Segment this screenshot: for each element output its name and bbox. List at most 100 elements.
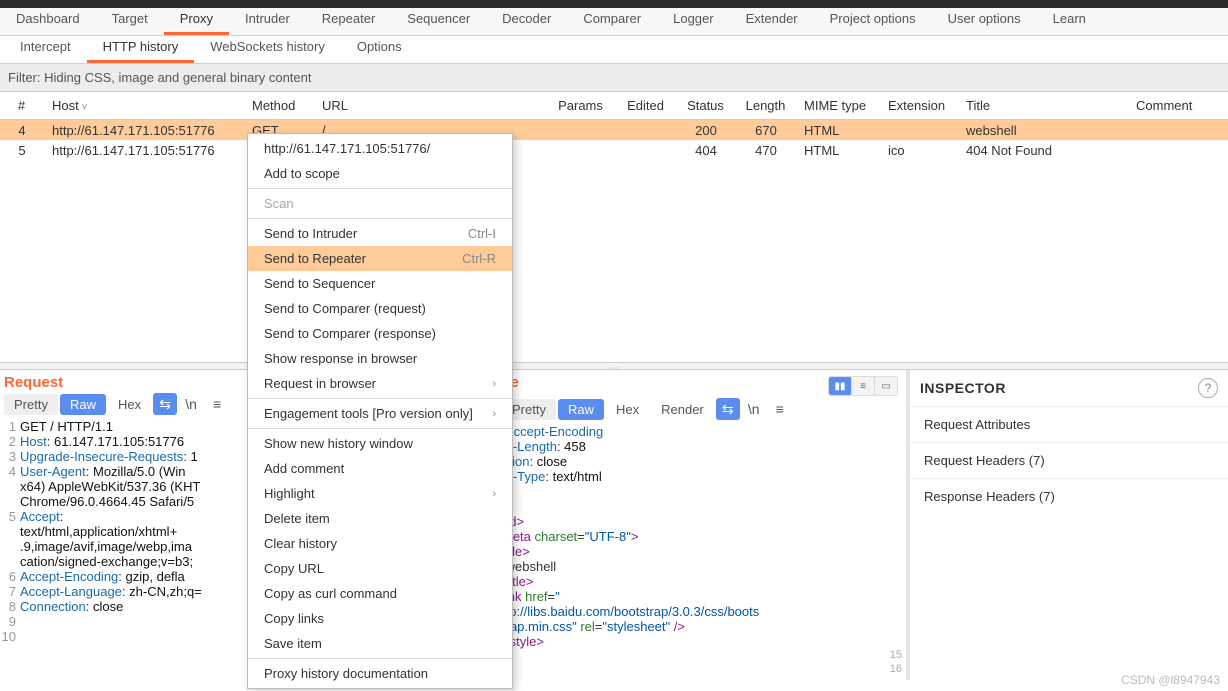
cell: 200: [676, 121, 736, 140]
table-row[interactable]: 5http://61.147.171.105:51776404470HTMLic…: [0, 140, 1228, 160]
inspector-panel: INSPECTOR ? Request AttributesRequest He…: [908, 370, 1228, 680]
view-tab-render[interactable]: Render: [651, 399, 714, 420]
main-tab-proxy[interactable]: Proxy: [164, 5, 229, 35]
ctx-highlight[interactable]: Highlight›: [248, 481, 512, 506]
column-header-mime-type[interactable]: MIME type: [796, 92, 880, 119]
panel-layout-toggle[interactable]: ▮▮ ≡ ▭: [828, 376, 898, 396]
response-content[interactable]: Accept-Encodingnt-Length: 458ction: clos…: [498, 422, 906, 680]
main-tab-extender[interactable]: Extender: [730, 5, 814, 35]
main-tab-target[interactable]: Target: [96, 5, 164, 35]
ctx-add-to-scope[interactable]: Add to scope: [248, 161, 512, 186]
column-header-extension[interactable]: Extension: [880, 92, 958, 119]
table-row[interactable]: 4http://61.147.171.105:51776GET/200670HT…: [0, 120, 1228, 140]
http-history-table: #HostMethodURLParamsEditedStatusLengthMI…: [0, 92, 1228, 362]
column-header-comment[interactable]: Comment: [1128, 92, 1228, 119]
ctx-request-in-browser[interactable]: Request in browser›: [248, 371, 512, 396]
proxy-sub-tab-bar: InterceptHTTP historyWebSockets historyO…: [0, 36, 1228, 64]
view-tab-hex[interactable]: Hex: [606, 399, 649, 420]
filter-bar[interactable]: Filter: Hiding CSS, image and general bi…: [0, 64, 1228, 92]
view-tab-raw[interactable]: Raw: [60, 394, 106, 415]
sub-tab-websockets-history[interactable]: WebSockets history: [194, 33, 341, 63]
ctx-send-to-repeater[interactable]: Send to RepeaterCtrl-R: [248, 246, 512, 271]
ctx-delete-item[interactable]: Delete item: [248, 506, 512, 531]
lower-pane: Request PrettyRawHex⇆\n≡ 12345678910 GET…: [0, 370, 1228, 680]
ctx-copy-links[interactable]: Copy links: [248, 606, 512, 631]
view-tab-hex[interactable]: Hex: [108, 394, 151, 415]
ctx-save-item[interactable]: Save item: [248, 631, 512, 656]
cell: ico: [880, 141, 958, 160]
cell: [880, 128, 958, 132]
view-tab-raw[interactable]: Raw: [558, 399, 604, 420]
column-header-edited[interactable]: Edited: [616, 92, 676, 119]
response-end-gutter: 1516: [872, 648, 902, 676]
cell: 670: [736, 121, 796, 140]
main-tab-user-options[interactable]: User options: [932, 5, 1037, 35]
main-tab-learn[interactable]: Learn: [1037, 5, 1102, 35]
layout-single-icon[interactable]: ▭: [875, 377, 897, 395]
ctx-send-to-intruder[interactable]: Send to IntruderCtrl-I: [248, 221, 512, 246]
horizontal-splitter[interactable]: [0, 362, 1228, 370]
column-header-url[interactable]: URL: [314, 92, 546, 119]
context-menu[interactable]: http://61.147.171.105:51776/Add to scope…: [247, 133, 513, 689]
column-header-title[interactable]: Title: [958, 92, 1128, 119]
main-tab-logger[interactable]: Logger: [657, 5, 729, 35]
column-header-length[interactable]: Length: [736, 92, 796, 119]
filter-label: Filter: Hiding CSS, image and general bi…: [8, 70, 312, 85]
newline-icon[interactable]: \n: [742, 398, 766, 420]
inspector-row[interactable]: Response Headers (7): [910, 478, 1228, 514]
cell: [1128, 148, 1228, 152]
hamburger-icon[interactable]: ≡: [768, 398, 792, 420]
main-tab-intruder[interactable]: Intruder: [229, 5, 306, 35]
response-view-tabs: PrettyRawHexRender⇆\n≡: [498, 396, 906, 422]
column-header-host[interactable]: Host: [44, 92, 244, 119]
main-tab-repeater[interactable]: Repeater: [306, 5, 391, 35]
ctx-http-[interactable]: http://61.147.171.105:51776/: [248, 136, 512, 161]
inspector-row[interactable]: Request Attributes: [910, 406, 1228, 442]
inspector-title: INSPECTOR: [920, 380, 1006, 396]
main-tab-dashboard[interactable]: Dashboard: [0, 5, 96, 35]
cell: 4: [0, 121, 44, 140]
layout-rows-icon[interactable]: ≡: [852, 377, 874, 395]
newline-icon[interactable]: \n: [179, 393, 203, 415]
ctx-send-to-comparer-request-[interactable]: Send to Comparer (request): [248, 296, 512, 321]
ctx-clear-history[interactable]: Clear history: [248, 531, 512, 556]
ctx-proxy-history-documentation[interactable]: Proxy history documentation: [248, 661, 512, 686]
ctx-send-to-sequencer[interactable]: Send to Sequencer: [248, 271, 512, 296]
sub-tab-http-history[interactable]: HTTP history: [87, 33, 195, 63]
ctx-add-comment[interactable]: Add comment: [248, 456, 512, 481]
main-tab-decoder[interactable]: Decoder: [486, 5, 567, 35]
main-tab-comparer[interactable]: Comparer: [567, 5, 657, 35]
sub-tab-options[interactable]: Options: [341, 33, 418, 63]
ctx-send-to-comparer-response-[interactable]: Send to Comparer (response): [248, 321, 512, 346]
main-tab-project-options[interactable]: Project options: [814, 5, 932, 35]
help-icon[interactable]: ?: [1198, 378, 1218, 398]
ctx-show-response-in-browser[interactable]: Show response in browser: [248, 346, 512, 371]
inspector-row[interactable]: Request Headers (7): [910, 442, 1228, 478]
cell: 5: [0, 141, 44, 160]
ctx-copy-url[interactable]: Copy URL: [248, 556, 512, 581]
column-header--[interactable]: #: [0, 92, 44, 119]
ctx-copy-as-curl-command[interactable]: Copy as curl command: [248, 581, 512, 606]
cell: webshell: [958, 121, 1128, 140]
column-header-method[interactable]: Method: [244, 92, 314, 119]
column-header-status[interactable]: Status: [676, 92, 736, 119]
sub-tab-intercept[interactable]: Intercept: [4, 33, 87, 63]
layout-columns-icon[interactable]: ▮▮: [829, 377, 851, 395]
cell: [616, 128, 676, 132]
column-header-params[interactable]: Params: [546, 92, 616, 119]
response-panel: se ▮▮ ≡ ▭ PrettyRawHexRender⇆\n≡ Accept-…: [498, 370, 908, 680]
hamburger-icon[interactable]: ≡: [205, 393, 229, 415]
view-tab-pretty[interactable]: Pretty: [4, 394, 58, 415]
ctx-engagement-tools-pro-version-only-[interactable]: Engagement tools [Pro version only]›: [248, 401, 512, 426]
table-header-row: #HostMethodURLParamsEditedStatusLengthMI…: [0, 92, 1228, 120]
cell: 404: [676, 141, 736, 160]
actions-icon[interactable]: ⇆: [716, 398, 740, 420]
main-tab-sequencer[interactable]: Sequencer: [391, 5, 486, 35]
ctx-scan: Scan: [248, 191, 512, 216]
watermark: CSDN @l8947943: [1121, 673, 1220, 687]
cell: 470: [736, 141, 796, 160]
cell: [616, 148, 676, 152]
ctx-show-new-history-window[interactable]: Show new history window: [248, 431, 512, 456]
actions-icon[interactable]: ⇆: [153, 393, 177, 415]
cell: http://61.147.171.105:51776: [44, 121, 244, 140]
